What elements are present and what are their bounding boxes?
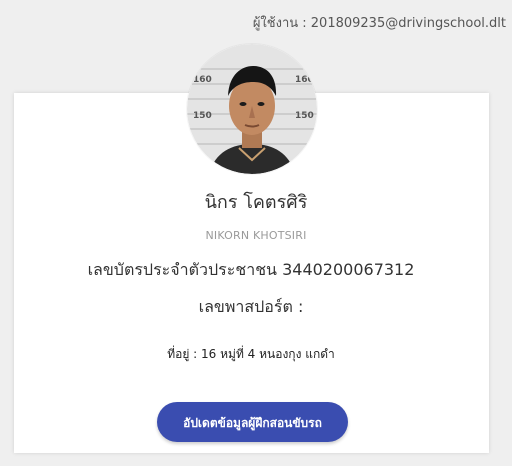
svg-text:160: 160 [193, 75, 212, 85]
address: ที่อยู่ : 16 หมู่ที่ 4 หนองกุง แกดำ [167, 347, 335, 361]
update-instructor-button[interactable]: อัปเดตข้อมูลผู้ฝึกสอนขับรถ [157, 402, 348, 442]
name-thai: นิกร โคตรศิริ [204, 192, 308, 213]
current-user-label: ผู้ใช้งาน : 201809235@drivingschool.dlt [252, 16, 506, 31]
profile-photo: 160 150 160 150 [187, 44, 317, 174]
avatar: 160 150 160 150 [187, 44, 317, 174]
svg-text:150: 150 [193, 111, 212, 121]
id-card-number: เลขบัตรประจำตัวประชาชน 3440200067312 [87, 260, 415, 279]
svg-text:150: 150 [295, 111, 314, 121]
name-english: NIKORN KHOTSIRI [205, 229, 307, 242]
passport-number: เลขพาสปอร์ต : [198, 297, 304, 316]
profile-page: ผู้ใช้งาน : 201809235@drivingschool.dlt [0, 0, 512, 466]
svg-text:160: 160 [295, 75, 314, 85]
